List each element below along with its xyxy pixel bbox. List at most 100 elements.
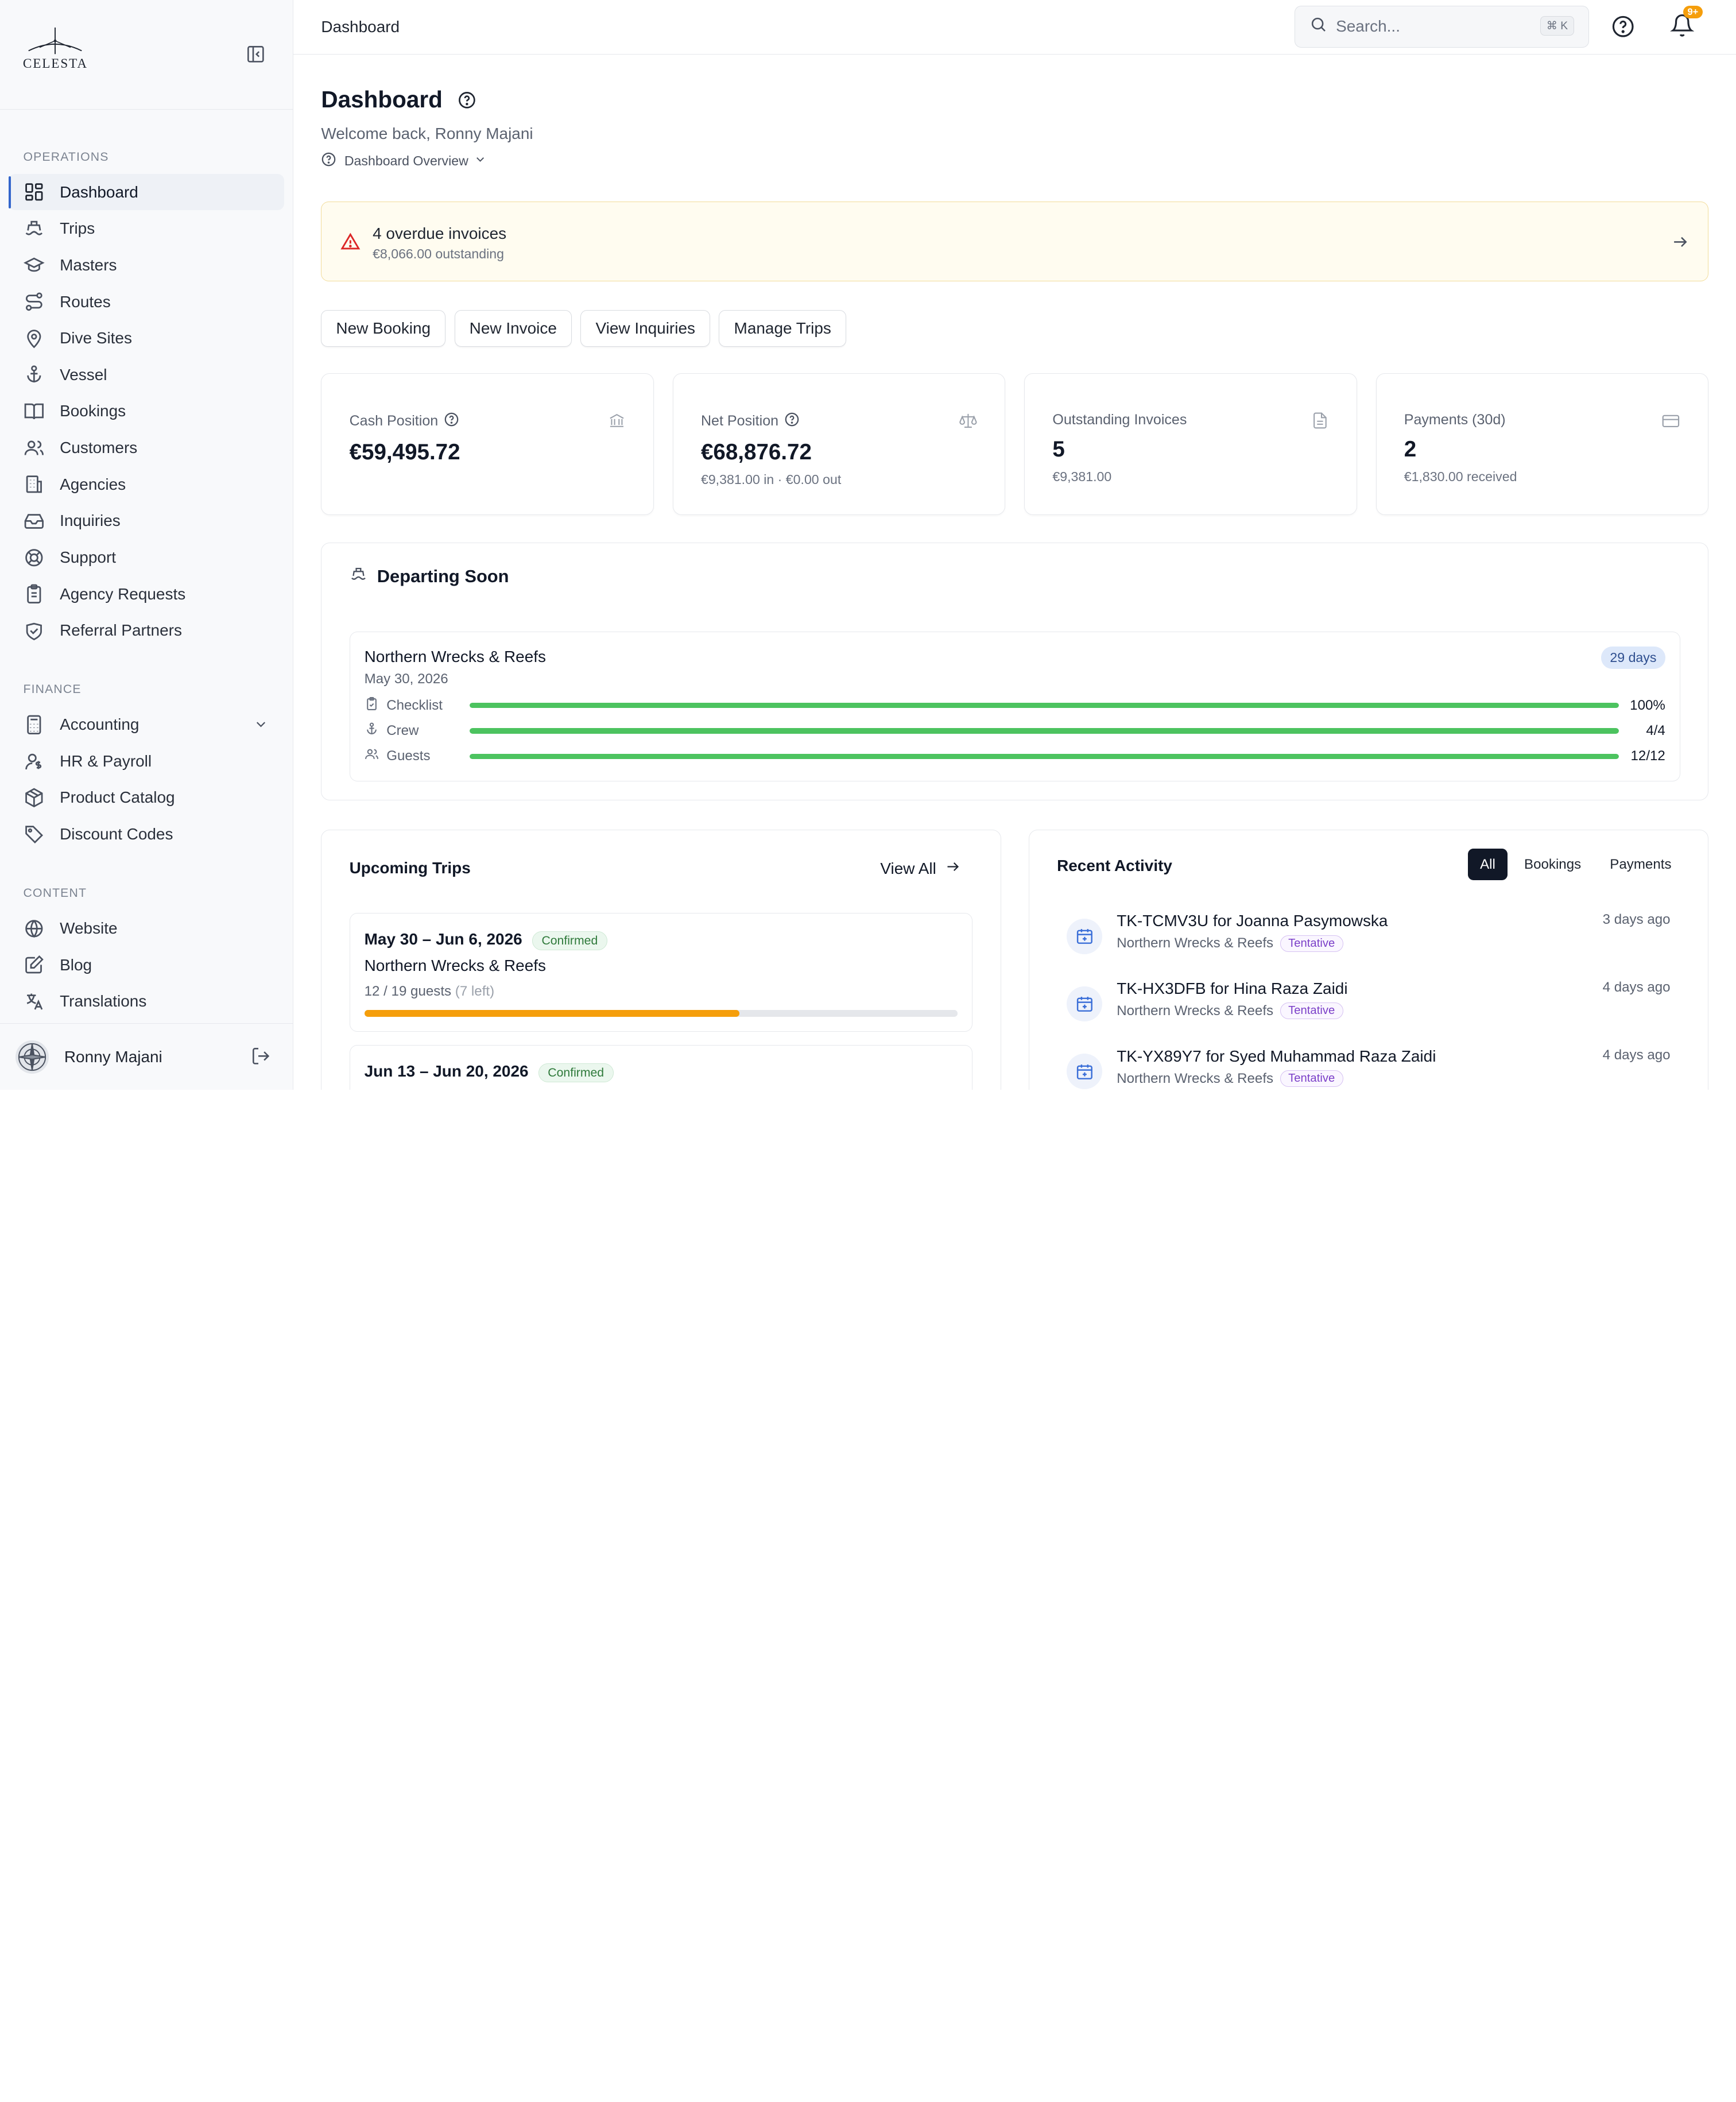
life-buoy-icon <box>23 547 45 569</box>
stat-card-payments[interactable]: Payments (30d) 2 €1,830.00 received <box>1375 373 1709 515</box>
progress-label: Checklist <box>386 697 443 713</box>
view-inquiries-button[interactable]: View Inquiries <box>580 310 711 347</box>
sidebar-item-vessel[interactable]: Vessel <box>9 357 284 393</box>
edit-note-icon <box>23 954 45 976</box>
sidebar-item-trips[interactable]: Trips <box>9 210 284 247</box>
departing-trip-card[interactable]: Northern Wrecks & Reefs May 30, 2026 29 … <box>349 632 1680 781</box>
trip-card[interactable]: May 30 – Jun 6, 2026 Confirmed Northern W… <box>349 913 973 1032</box>
sidebar-item-bookings[interactable]: Bookings <box>9 393 284 430</box>
progress-fill <box>469 728 1619 734</box>
sidebar-item-label: Agency Requests <box>60 584 186 603</box>
activity-time: 4 days ago <box>1602 979 1671 995</box>
sidebar-item-dashboard[interactable]: Dashboard <box>9 173 284 211</box>
user-profile-bar[interactable]: Ronny Majani <box>0 1023 293 1090</box>
help-circle-icon <box>321 152 336 171</box>
sidebar-item-support[interactable]: Support <box>9 539 284 576</box>
building-icon <box>23 473 45 496</box>
main-content: Dashboard Search... ⌘ K 9+ Dashboard Wel… <box>293 0 1736 1090</box>
sidebar-item-product-catalog[interactable]: Product Catalog <box>9 780 284 816</box>
sidebar-item-dive-sites[interactable]: Dive Sites <box>9 320 284 357</box>
progress-value: 4/4 <box>1646 722 1665 738</box>
brand-name: CELESTA <box>22 56 88 72</box>
new-booking-button[interactable]: New Booking <box>321 310 446 347</box>
view-all-link[interactable]: View All <box>880 859 960 878</box>
stat-card-net-position[interactable]: Net Position €68,876.72 €9,381.00 in · €… <box>672 373 1006 515</box>
sidebar-item-hr-payroll[interactable]: HR & Payroll <box>9 743 284 780</box>
new-invoice-button[interactable]: New Invoice <box>454 310 572 347</box>
tab-all[interactable]: All <box>1467 849 1508 881</box>
sidebar-item-label: Dashboard <box>60 183 138 201</box>
dashboard-overview-toggle[interactable]: Dashboard Overview <box>321 152 1708 171</box>
sidebar-item-masters[interactable]: Masters <box>9 247 284 284</box>
activity-item[interactable]: TK-YX89Y7 for Syed Muhammad Raza Zaidi N… <box>1057 1047 1680 1090</box>
activity-time: 4 days ago <box>1602 1047 1671 1063</box>
activity-item[interactable]: TK-TCMV3U for Joanna Pasymowska Northern… <box>1057 912 1680 967</box>
activity-time: 3 days ago <box>1602 912 1671 928</box>
avatar[interactable] <box>16 1040 49 1074</box>
help-icon[interactable] <box>784 412 800 431</box>
activity-item[interactable]: TK-HX3DFB for Hina Raza Zaidi Northern W… <box>1057 980 1680 1035</box>
sidebar-item-accounting[interactable]: Accounting <box>9 706 284 743</box>
celesta-logo[interactable]: CELESTA <box>22 26 89 72</box>
tab-bookings[interactable]: Bookings <box>1512 849 1594 880</box>
tab-payments[interactable]: Payments <box>1598 849 1684 880</box>
stat-sub: €9,381.00 in · €0.00 out <box>700 471 842 487</box>
sidebar-item-label: Referral Partners <box>60 621 182 640</box>
help-icon[interactable] <box>444 412 459 431</box>
progress-fill <box>469 753 1619 760</box>
collapse-sidebar-icon[interactable] <box>246 44 266 64</box>
panel-title: Recent Activity <box>1057 856 1172 874</box>
view-all-label: View All <box>880 859 936 877</box>
activity-trip: Northern Wrecks & Reefs <box>1117 1002 1274 1019</box>
trip-card[interactable]: Jun 13 – Jun 20, 2026 Confirmed <box>349 1044 973 1090</box>
stat-card-cash-position[interactable]: Cash Position €59,495.72 <box>321 373 654 515</box>
sidebar-item-label: Inquiries <box>60 512 121 530</box>
overview-label: Dashboard Overview <box>344 153 468 169</box>
sidebar: CELESTA OPERATIONS Dashboard Trips Maste… <box>0 0 294 1090</box>
sidebar-item-discount-codes[interactable]: Discount Codes <box>9 816 284 853</box>
breadcrumb: Dashboard <box>321 17 400 36</box>
clipboard-check-icon <box>365 696 379 715</box>
sidebar-item-translations[interactable]: Translations <box>9 983 284 1020</box>
progress-fill <box>469 702 1619 709</box>
page-title: Dashboard <box>321 86 443 113</box>
departing-soon-header: Departing Soon <box>350 566 509 588</box>
help-icon[interactable] <box>1611 14 1635 43</box>
sidebar-item-label: Customers <box>60 439 138 457</box>
sidebar-item-routes[interactable]: Routes <box>9 284 284 320</box>
trip-date: May 30, 2026 <box>364 671 448 687</box>
logout-icon[interactable] <box>251 1046 271 1071</box>
sidebar-item-blog[interactable]: Blog <box>9 947 284 984</box>
departing-soon-panel: Departing Soon Northern Wrecks & Reefs M… <box>321 543 1709 801</box>
upcoming-trips-panel: Upcoming Trips View All May 30 – Jun 6, … <box>321 829 1001 1090</box>
welcome-text: Welcome back, Ronny Majani <box>321 124 533 142</box>
sidebar-item-website[interactable]: Website <box>9 910 284 947</box>
search-shortcut: ⌘ K <box>1540 16 1574 36</box>
progress-track <box>469 728 1619 734</box>
stat-sub: €1,830.00 received <box>1404 469 1517 484</box>
arrow-right-icon[interactable] <box>1671 233 1689 256</box>
progress-row-checklist: Checklist 100% <box>365 695 1665 715</box>
trip-capacity-bar <box>364 1010 958 1017</box>
sidebar-item-label: Blog <box>60 955 92 974</box>
manage-trips-button[interactable]: Manage Trips <box>719 310 846 347</box>
overdue-invoices-alert[interactable]: 4 overdue invoices €8,066.00 outstanding <box>321 202 1709 281</box>
stat-label: Net Position <box>700 413 779 429</box>
calendar-plus-icon <box>1067 986 1103 1022</box>
warning-triangle-icon <box>340 232 361 257</box>
trip-guests-left: (7 left) <box>455 983 495 999</box>
sidebar-item-agency-requests[interactable]: Agency Requests <box>9 576 284 613</box>
clipboard-list-icon <box>23 583 45 605</box>
arrow-right-icon <box>945 859 960 878</box>
activity-trip: Northern Wrecks & Reefs <box>1117 1070 1274 1086</box>
sidebar-item-customers[interactable]: Customers <box>9 429 284 466</box>
stat-card-outstanding-invoices[interactable]: Outstanding Invoices 5 €9,381.00 <box>1024 373 1357 515</box>
search-input[interactable]: Search... ⌘ K <box>1294 5 1589 48</box>
sidebar-item-inquiries[interactable]: Inquiries <box>9 503 284 540</box>
nav-content: CONTENT Website Blog Translations <box>0 884 293 1020</box>
sidebar-item-agencies[interactable]: Agencies <box>9 466 284 503</box>
calendar-plus-icon <box>1067 1054 1103 1089</box>
topbar: Dashboard Search... ⌘ K 9+ <box>293 0 1736 55</box>
sidebar-item-referral-partners[interactable]: Referral Partners <box>9 612 284 649</box>
help-icon[interactable] <box>458 91 476 114</box>
